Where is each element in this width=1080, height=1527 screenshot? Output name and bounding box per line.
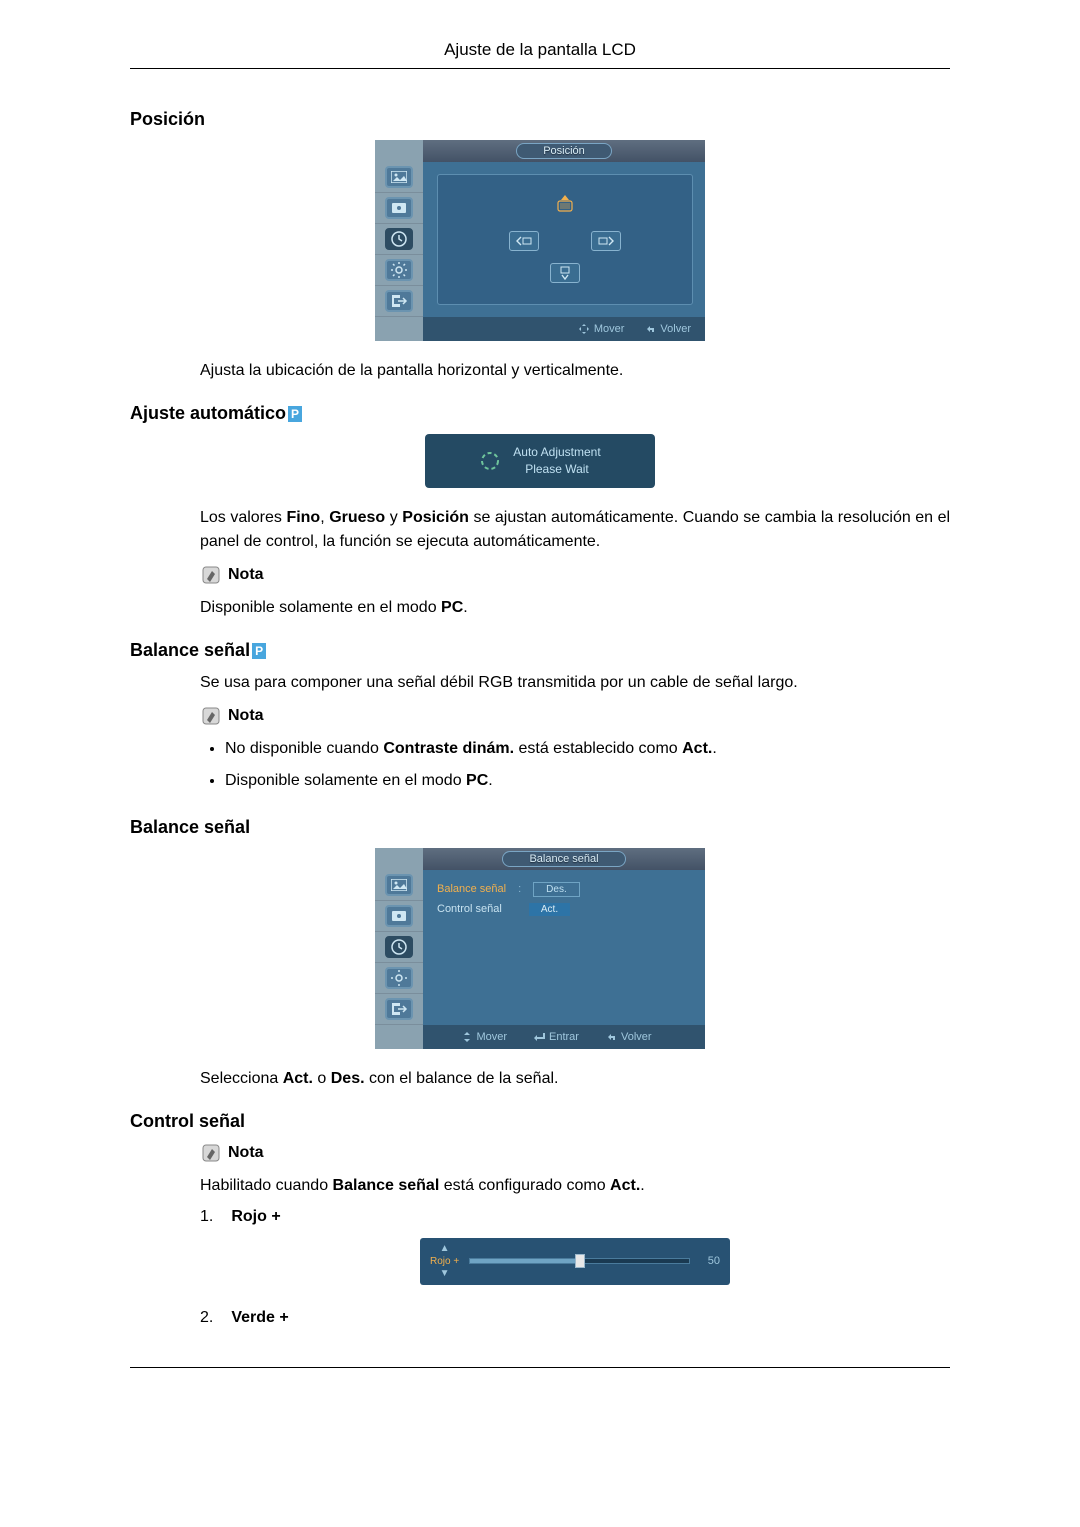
balance2-description: Selecciona Act. o Des. con el balance de…: [200, 1067, 950, 1091]
osd-footer-volver: Volver: [605, 1031, 652, 1043]
picture-icon: [385, 166, 413, 188]
heading-control: Control señal: [130, 1111, 950, 1132]
slider-thumb: [575, 1254, 585, 1268]
arrow-down-icon: ▼: [440, 1269, 450, 1279]
osd-posicion: Posición: [375, 140, 705, 341]
enter-icon: [533, 1032, 545, 1042]
heading-posicion: Posición: [130, 109, 950, 130]
nota-row: Nota: [200, 705, 950, 727]
auto-adj-line2: Please Wait: [513, 461, 600, 478]
p-badge: P: [288, 406, 302, 422]
osd-balance: Balance señal Balance señal : Des. Contr…: [375, 848, 705, 1049]
clock-icon: [385, 228, 413, 250]
osd-footer-mover: Mover: [578, 323, 625, 335]
osd-sidebar: [375, 870, 423, 1025]
updown-icon: [462, 1031, 472, 1043]
balance1-description: Se usa para componer una señal débil RGB…: [200, 671, 950, 695]
osd-posicion-title: Posición: [516, 143, 612, 159]
arrow-up-icon: ▲: [440, 1244, 450, 1254]
note-icon: [200, 564, 222, 586]
heading-balance-1: Balance señalP: [130, 640, 950, 661]
menu-item-balance: Balance señal: [437, 883, 506, 895]
nota-label: Nota: [228, 566, 264, 584]
menu-item-control: Control señal: [437, 903, 502, 915]
nota-body-pc: Disponible solamente en el modo PC.: [200, 596, 950, 620]
slider-label: Rojo +: [430, 1256, 459, 1267]
osd-footer-volver: Volver: [644, 323, 691, 335]
position-left-icon: [509, 231, 539, 251]
auto-adj-line1: Auto Adjustment: [513, 444, 600, 461]
return-icon: [644, 323, 656, 335]
heading-ajuste-automatico: Ajuste automáticoP: [130, 403, 950, 424]
nota-row: Nota: [200, 1142, 950, 1164]
ajuste-auto-paragraph: Los valores Fino, Grueso y Posición se a…: [200, 506, 950, 554]
posicion-description: Ajusta la ubicación de la pantalla horiz…: [200, 359, 950, 383]
control-description: Habilitado cuando Balance señal está con…: [200, 1174, 950, 1198]
gear-icon: [385, 259, 413, 281]
list-item-rojo: 1. Rojo +: [200, 1208, 950, 1226]
osd-footer-entrar: Entrar: [533, 1031, 579, 1043]
value-act: Act.: [529, 903, 570, 916]
bullet-item: No disponible cuando Contraste dinám. es…: [225, 733, 950, 765]
slider-rojo: ▲ Rojo + ▼ 50: [420, 1238, 730, 1285]
position-down-icon: [550, 263, 580, 283]
exit-icon: [385, 998, 413, 1020]
note-icon: [200, 705, 222, 727]
list-item-verde: 2. Verde +: [200, 1309, 950, 1327]
slider-value: 50: [700, 1255, 720, 1267]
return-icon: [605, 1031, 617, 1043]
heading-balance-2: Balance señal: [130, 817, 950, 838]
nota-label: Nota: [228, 707, 264, 725]
position-up-icon: [552, 193, 578, 215]
exit-icon: [385, 290, 413, 312]
value-des: Des.: [533, 882, 580, 897]
bullet-item: Disponible solamente en el modo PC.: [225, 765, 950, 797]
slider-track: [469, 1258, 690, 1264]
nota-row: Nota: [200, 564, 950, 586]
move-icon: [578, 323, 590, 335]
loading-icon: [479, 450, 501, 472]
gear-icon: [385, 967, 413, 989]
p-badge: P: [252, 643, 266, 659]
footer-rule: [130, 1367, 950, 1368]
osd-sidebar: [375, 162, 423, 317]
osd-footer-mover: Mover: [462, 1031, 507, 1043]
note-icon: [200, 1142, 222, 1164]
clock-icon: [385, 936, 413, 958]
input-icon: [385, 905, 413, 927]
position-right-icon: [591, 231, 621, 251]
nota-label: Nota: [228, 1144, 264, 1162]
picture-icon: [385, 874, 413, 896]
page-header-title: Ajuste de la pantalla LCD: [130, 40, 950, 69]
osd-balance-title: Balance señal: [502, 851, 625, 867]
auto-adjustment-dialog: Auto Adjustment Please Wait: [425, 434, 655, 488]
input-icon: [385, 197, 413, 219]
